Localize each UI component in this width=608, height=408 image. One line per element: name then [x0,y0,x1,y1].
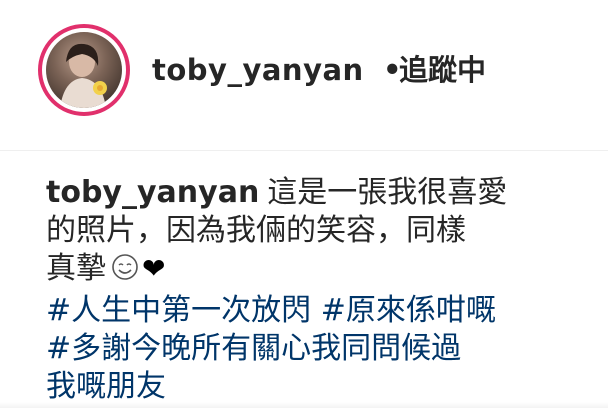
smiling-face-icon [110,252,140,292]
following-button[interactable]: 追蹤中 [399,52,486,88]
hashtag-link[interactable]: #多謝今晚所有關心我同問候過 [46,331,461,366]
avatar-story-ring[interactable] [38,24,130,116]
avatar-photo-icon [60,43,107,108]
heart-icon: ❤ [142,252,166,285]
caption-text-line3: 真摯 [46,251,106,286]
post-caption: toby_yanyan 這是一張我很喜愛 的照片，因為我倆的笑容，同樣 真摯 ❤ #… [46,174,586,406]
post-header: toby_yanyan • 追蹤中 [0,0,608,151]
avatar[interactable] [46,32,122,108]
caption-text-line1: 這是一張我很喜愛 [267,175,508,210]
header-username-link[interactable]: toby_yanyan [152,52,364,88]
hashtag-link-continued[interactable]: 我嘅朋友 [46,369,166,404]
hashtag-link[interactable]: #原來係咁嘅 [321,293,496,328]
bottom-divider [0,402,608,408]
caption-text-line2: 的照片，因為我倆的笑容，同樣 [46,213,466,248]
hashtag-link[interactable]: #人生中第一次放閃 [46,293,311,328]
caption-username-link[interactable]: toby_yanyan [46,175,259,210]
